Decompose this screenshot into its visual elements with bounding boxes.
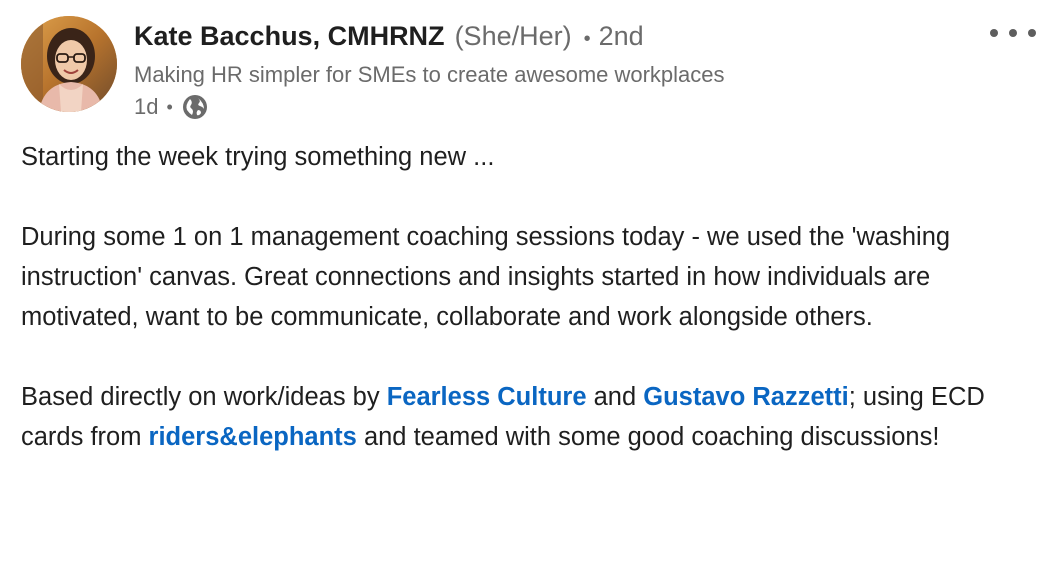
paragraph-text: and — [586, 383, 644, 411]
post-header: Kate Bacchus, CMHRNZ (She/Her) • 2nd Mak… — [134, 18, 934, 123]
author-headline: Making HR simpler for SMEs to create awe… — [134, 62, 725, 87]
post-timestamp[interactable]: 1d — [134, 91, 158, 123]
meta-separator: • — [166, 97, 173, 117]
more-horizontal-icon — [990, 29, 998, 37]
more-horizontal-icon — [1028, 29, 1036, 37]
connection-degree: 2nd — [598, 21, 644, 51]
degree-separator: • — [583, 28, 591, 50]
paragraph-text: and teamed with some good coaching discu… — [356, 423, 940, 451]
author-pronouns: (She/Her) — [454, 21, 572, 51]
author-avatar[interactable] — [21, 16, 117, 112]
mention-gustavo-razzetti[interactable]: Gustavo Razzetti — [643, 383, 848, 411]
mention-riders-elephants[interactable]: riders&elephants — [149, 423, 357, 451]
post-meta: 1d • — [134, 91, 934, 123]
more-options-button[interactable] — [990, 20, 1036, 46]
author-line: Kate Bacchus, CMHRNZ (She/Her) • 2nd — [134, 18, 934, 57]
avatar-photo — [21, 16, 117, 112]
post-body: Starting the week trying something new .… — [21, 137, 1041, 497]
paragraph-text: Based directly on work/ideas by — [21, 383, 387, 411]
globe-icon — [181, 93, 209, 121]
more-horizontal-icon — [1009, 29, 1017, 37]
author-name[interactable]: Kate Bacchus, CMHRNZ — [134, 18, 445, 54]
feed-post: Kate Bacchus, CMHRNZ (She/Her) • 2nd Mak… — [0, 0, 1054, 572]
post-paragraph-3: Based directly on work/ideas by Fearless… — [21, 377, 1041, 457]
post-paragraph-2: During some 1 on 1 management coaching s… — [21, 223, 951, 331]
mention-fearless-culture[interactable]: Fearless Culture — [387, 383, 587, 411]
post-paragraph-1: Starting the week trying something new .… — [21, 143, 495, 171]
